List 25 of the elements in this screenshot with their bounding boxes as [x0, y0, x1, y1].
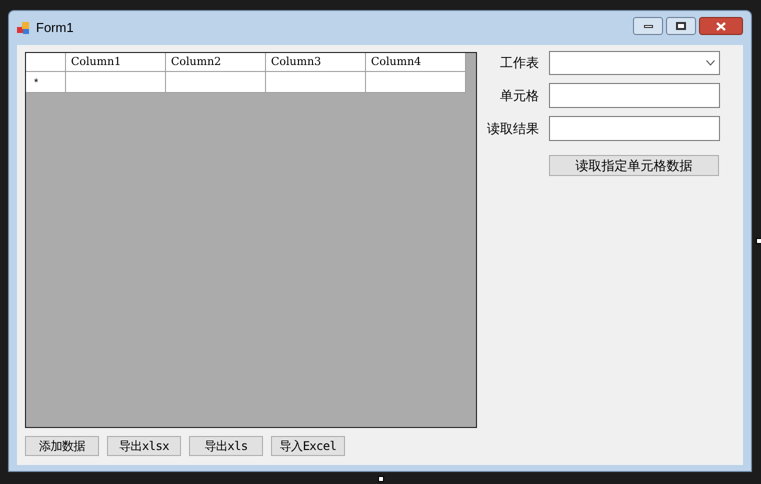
- row-header: *: [26, 72, 66, 93]
- table-cell[interactable]: [266, 72, 366, 93]
- input-field[interactable]: [549, 116, 720, 141]
- window-title: Form1: [36, 19, 74, 38]
- close-button[interactable]: [699, 17, 743, 35]
- minimize-button[interactable]: [633, 17, 663, 35]
- field-label: 单元格: [499, 86, 539, 105]
- resize-handle[interactable]: [378, 476, 384, 482]
- field-label: 读取结果: [486, 120, 539, 138]
- worksheet-dropdown[interactable]: [549, 51, 720, 75]
- table-cell[interactable]: [166, 72, 266, 93]
- app-icon: [17, 22, 30, 34]
- action-button[interactable]: 添加数据: [25, 436, 99, 456]
- close-icon: [716, 22, 726, 30]
- action-button[interactable]: 导入Excel: [271, 436, 345, 456]
- action-button[interactable]: 导出xls: [189, 436, 263, 456]
- field-label: 工作表: [499, 54, 539, 72]
- table-cell[interactable]: [66, 72, 166, 93]
- action-button[interactable]: 导出xlsx: [107, 436, 181, 456]
- maximize-button[interactable]: [666, 17, 696, 35]
- read-cell-button[interactable]: 读取指定单元格数据: [549, 155, 719, 176]
- chevron-down-icon: [706, 60, 715, 66]
- table-cell[interactable]: [366, 72, 466, 93]
- resize-handle[interactable]: [756, 238, 761, 244]
- input-field[interactable]: [549, 83, 720, 108]
